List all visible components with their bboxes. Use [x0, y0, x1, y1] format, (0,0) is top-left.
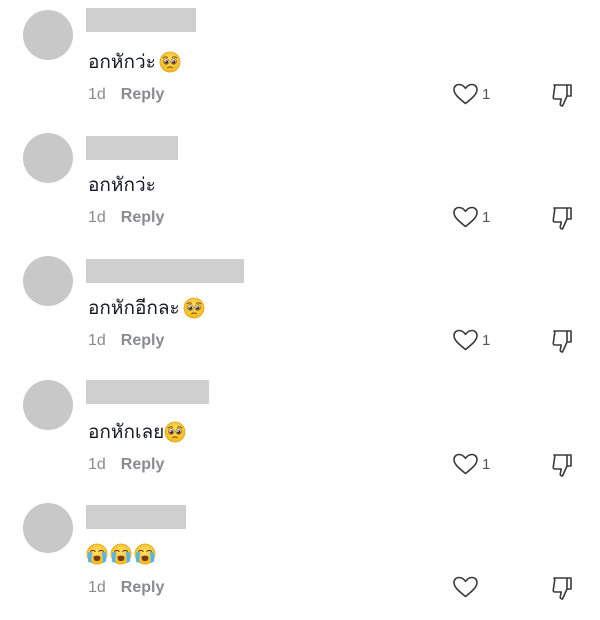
comment-meta: 1d Reply	[88, 332, 164, 350]
redacted-username[interactable]	[86, 505, 186, 529]
like-button[interactable]: 1	[452, 82, 490, 106]
like-button[interactable]: 1	[452, 328, 490, 352]
comment-item: อกหักเลย 1d Reply 1	[0, 374, 600, 497]
like-button[interactable]: 1	[452, 452, 490, 476]
like-button[interactable]: 1	[452, 205, 490, 229]
comment-text: อกหักว่ะ	[88, 173, 156, 197]
avatar[interactable]	[23, 10, 73, 60]
comment-meta: 1d Reply	[88, 456, 164, 474]
reply-button[interactable]: Reply	[121, 86, 165, 104]
comment-body: อกหักว่ะ	[88, 174, 156, 196]
comment-time: 1d	[88, 332, 106, 349]
pleading-face-icon	[159, 51, 181, 73]
redacted-username[interactable]	[86, 380, 209, 404]
like-count: 1	[482, 455, 491, 473]
heart-icon	[453, 576, 478, 598]
avatar[interactable]	[23, 503, 73, 553]
comment-text: อกหักเลย	[88, 420, 186, 444]
comment-body: อกหักอีกละ	[88, 297, 180, 319]
loudly-crying-face-icon	[134, 543, 156, 565]
dislike-icon[interactable]	[550, 82, 574, 108]
like-count: 1	[482, 85, 491, 103]
reply-button[interactable]: Reply	[121, 456, 165, 474]
heart-icon	[453, 453, 478, 475]
heart-icon	[453, 206, 478, 228]
loudly-crying-face-icon	[110, 543, 132, 565]
dislike-icon[interactable]	[550, 205, 574, 231]
comment-time: 1d	[88, 579, 106, 596]
comment-time: 1d	[88, 456, 106, 473]
comment-meta: 1d Reply	[88, 86, 164, 104]
comment-item: อกหักว่ะ 1d Reply 1	[0, 127, 600, 250]
heart-icon	[453, 83, 478, 105]
avatar[interactable]	[23, 380, 73, 430]
comment-text	[86, 543, 156, 565]
heart-icon	[453, 329, 478, 351]
avatar[interactable]	[23, 133, 73, 183]
comment-item: อกหักอีกละ 1d Reply 1	[0, 250, 600, 373]
redacted-username[interactable]	[86, 136, 178, 160]
redacted-username[interactable]	[86, 8, 196, 32]
comment-text: อกหักอีกละ	[88, 296, 205, 320]
comment-item: อกหักว่ะ 1d Reply 1	[0, 4, 600, 127]
reply-button[interactable]: Reply	[121, 332, 165, 350]
redacted-username[interactable]	[86, 259, 244, 283]
dislike-icon[interactable]	[550, 575, 574, 601]
loudly-crying-face-icon	[86, 543, 108, 565]
comment-text: อกหักว่ะ	[88, 50, 181, 74]
like-button[interactable]	[452, 575, 479, 599]
like-count: 1	[482, 331, 491, 349]
avatar[interactable]	[23, 256, 73, 306]
comment-time: 1d	[88, 209, 106, 226]
like-count: 1	[482, 208, 491, 226]
comment-time: 1d	[88, 86, 106, 103]
dislike-icon[interactable]	[550, 328, 574, 354]
comment-meta: 1d Reply	[88, 579, 164, 597]
pleading-face-icon	[164, 421, 186, 443]
comment-body: อกหักเลย	[88, 421, 165, 443]
pleading-face-icon	[183, 297, 205, 319]
comment-body: อกหักว่ะ	[88, 51, 156, 73]
comment-item: 1d Reply	[0, 497, 600, 620]
dislike-icon[interactable]	[550, 452, 574, 478]
reply-button[interactable]: Reply	[121, 579, 165, 597]
comment-meta: 1d Reply	[88, 209, 164, 227]
reply-button[interactable]: Reply	[121, 209, 165, 227]
